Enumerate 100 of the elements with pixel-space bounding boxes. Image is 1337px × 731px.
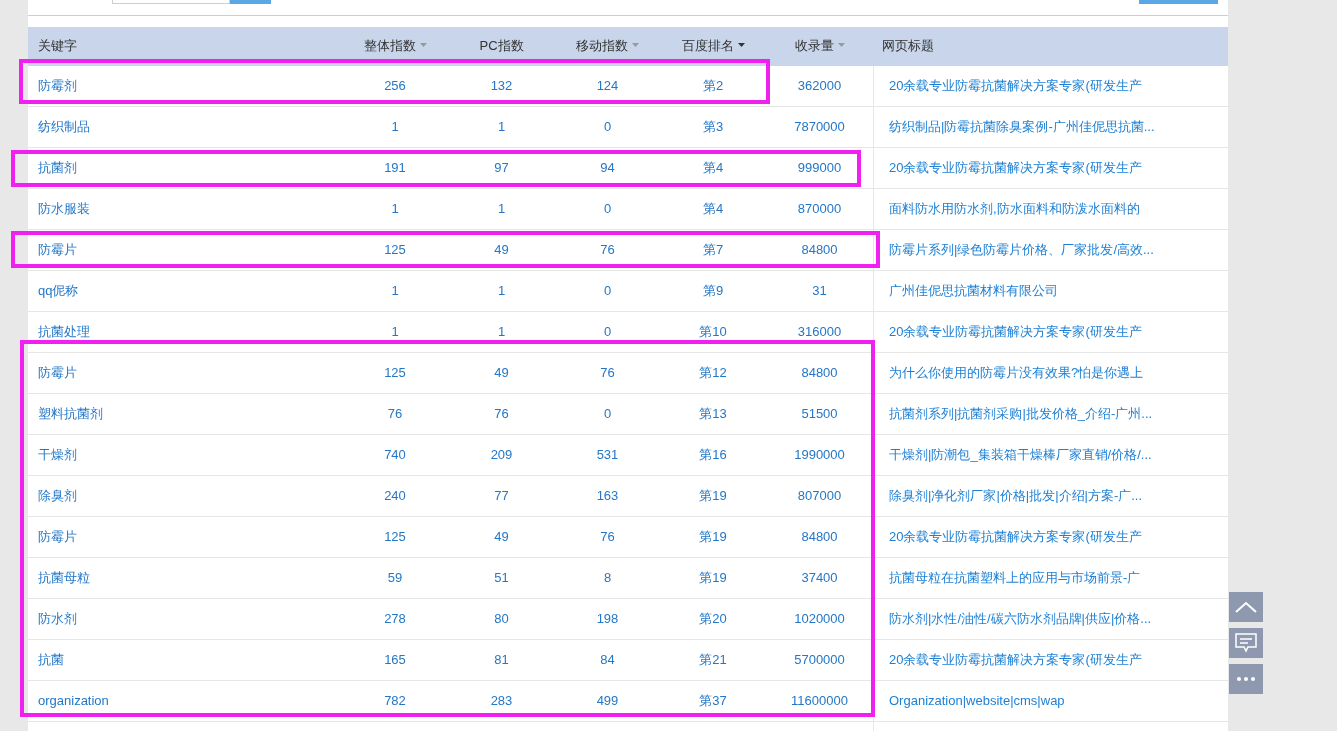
table-cell-text: 第13	[699, 405, 727, 424]
table-cell-text: 283	[490, 692, 513, 711]
table-cell-text: 84800	[801, 364, 838, 383]
keyword-link[interactable]: 防霉片	[38, 240, 77, 260]
column-header[interactable]: 移动指数	[576, 35, 628, 55]
table-cell-text: 94	[600, 159, 615, 178]
table-cell-text: 第2	[702, 77, 724, 96]
keyword-link[interactable]: 抗菌处理	[38, 322, 90, 342]
more-icon	[1236, 676, 1256, 682]
table-cell-text: 1	[497, 200, 506, 219]
table-cell-text: 76	[387, 405, 403, 424]
table-cell-text: 第37	[699, 692, 727, 711]
keyword-link[interactable]: 抗菌剂	[38, 158, 77, 178]
page-title-link[interactable]: 20余载专业防霉抗菌解决方案专家(研发生产	[889, 527, 1142, 547]
table-cell-text: 7870000	[794, 118, 845, 137]
table-cell-text: 165	[384, 651, 406, 670]
sort-caret-icon[interactable]	[737, 43, 745, 48]
more-button[interactable]	[1229, 664, 1263, 694]
table-cell-text: 1	[391, 323, 399, 342]
table-cell-text: 1990000	[794, 446, 845, 465]
page-title-link[interactable]: 干燥剂|防潮包_集装箱干燥棒厂家直销/价格/...	[889, 445, 1152, 465]
table-cell-text: 第21	[699, 651, 727, 670]
table-cell-text: 第19	[699, 528, 727, 547]
table-cell-text: 132	[490, 77, 513, 96]
feedback-button[interactable]	[1229, 628, 1263, 658]
table-cell-text: 1	[497, 118, 506, 137]
table-cell-text: 0	[603, 323, 612, 342]
table-cell-text: 5700000	[794, 651, 845, 670]
table-cell-text: 第9	[702, 282, 724, 301]
keyword-link[interactable]: 除臭剂	[38, 486, 77, 506]
table-cell-text: 31	[812, 282, 827, 301]
page-title-link[interactable]: 抗菌母粒在抗菌塑料上的应用与市场前景-广	[889, 568, 1141, 588]
table-cell-text: 第19	[699, 569, 727, 588]
table-cell-text: 第16	[699, 446, 727, 465]
keyword-link[interactable]: 抗菌母粒	[38, 568, 90, 588]
column-header: 网页标题	[882, 36, 934, 55]
table-cell-text: 11600000	[791, 692, 848, 711]
table-cell-text: 1	[391, 282, 399, 301]
table-cell-text: 49	[494, 364, 509, 383]
table-cell-text: 84	[600, 651, 615, 670]
table-cell-text: 1020000	[794, 610, 845, 629]
keyword-link[interactable]: 防霉片	[38, 527, 77, 547]
page-title-link[interactable]: 面料防水用防水剂,防水面料和防泼水面料的	[889, 199, 1140, 219]
keyword-link[interactable]: 纺织制品	[38, 117, 90, 137]
table-cell-text: 第10	[699, 323, 727, 342]
table-cell-text: 1	[497, 282, 506, 301]
keyword-link[interactable]: qq伲称	[38, 281, 79, 301]
table-cell-text: 198	[596, 610, 619, 629]
table-cell-text: 316000	[797, 323, 842, 342]
table-cell-text: 1	[391, 118, 399, 137]
keyword-link[interactable]: 防霉剂	[38, 76, 77, 96]
page-title-link[interactable]: 20余载专业防霉抗菌解决方案专家(研发生产	[889, 76, 1142, 96]
page-title-link[interactable]: 广州佳伲思抗菌材料有限公司	[889, 281, 1058, 301]
keyword-link[interactable]: 干燥剂	[38, 445, 77, 465]
table-cell-text: 362000	[797, 77, 842, 96]
keyword-link[interactable]: 抗菌	[38, 650, 64, 670]
table-cell-text: 76	[600, 241, 615, 260]
table-cell-text: 第20	[699, 610, 727, 629]
column-header[interactable]: 整体指数	[363, 35, 416, 55]
table-cell-text: 240	[384, 487, 406, 506]
keyword-link[interactable]: 塑料抗菌剂	[38, 404, 103, 424]
page-title-link[interactable]: Organization|website|cms|wap	[889, 691, 1065, 711]
column-header: PC指数	[479, 36, 524, 55]
table-cell-text: 807000	[797, 487, 842, 506]
keyword-link[interactable]: 防水剂	[38, 609, 77, 629]
table-cell-text: 51	[494, 569, 509, 588]
column-header[interactable]: 百度排名	[681, 35, 734, 55]
table-cell-text: 0	[603, 118, 612, 137]
keyword-link[interactable]: 防水服装	[38, 199, 90, 219]
page-title-link[interactable]: 防霉片系列|绿色防霉片价格、厂家批发/高效...	[889, 240, 1154, 260]
table-cell-text: 278	[384, 610, 406, 629]
table-cell-text: 209	[490, 446, 513, 465]
table-cell-text: 第4	[702, 200, 724, 219]
keyword-link[interactable]: 防霉片	[38, 363, 77, 383]
table-cell-text: 870000	[797, 200, 842, 219]
page-title-link[interactable]: 除臭剂|净化剂厂家|价格|批发|介绍|方案-广...	[889, 486, 1143, 506]
table-cell-text: 740	[384, 446, 406, 465]
page-title-link[interactable]: 纺织制品|防霉抗菌除臭案例-广州佳伲思抗菌...	[889, 117, 1155, 137]
table-cell-text: 第3	[702, 118, 724, 137]
table-cell-text: 0	[603, 200, 612, 219]
page-title-link[interactable]: 防水剂|水性/油性/碳六防水剂品牌|供应|价格...	[889, 609, 1152, 629]
table-cell-text: 999000	[797, 159, 842, 178]
back-to-top-button[interactable]	[1229, 592, 1263, 622]
table-cell-text: 76	[494, 405, 509, 424]
page-title-link[interactable]: 为什么你使用的防霉片没有效果?怕是你遇上	[889, 363, 1144, 383]
table-cell-text: 第19	[699, 487, 727, 506]
table-cell-text: 191	[384, 159, 406, 178]
table-cell-text: 0	[603, 405, 612, 424]
keyword-link[interactable]: organization	[38, 691, 109, 711]
page-title-link[interactable]: 20余载专业防霉抗菌解决方案专家(研发生产	[889, 650, 1142, 670]
table-cell-text: 125	[384, 241, 406, 260]
table-cell-text: 37400	[801, 569, 838, 588]
table-cell-text: 8	[603, 569, 612, 588]
table-cell-text: 77	[494, 487, 509, 506]
page-title-link[interactable]: 20余载专业防霉抗菌解决方案专家(研发生产	[889, 322, 1142, 342]
chevron-up-icon	[1235, 601, 1257, 613]
page-title-link[interactable]: 抗菌剂系列|抗菌剂采购|批发价格_介绍-广州...	[889, 404, 1153, 424]
page-title-link[interactable]: 20余载专业防霉抗菌解决方案专家(研发生产	[889, 158, 1142, 178]
table-cell-text: 0	[603, 282, 612, 301]
column-header[interactable]: 收录量	[794, 35, 834, 55]
